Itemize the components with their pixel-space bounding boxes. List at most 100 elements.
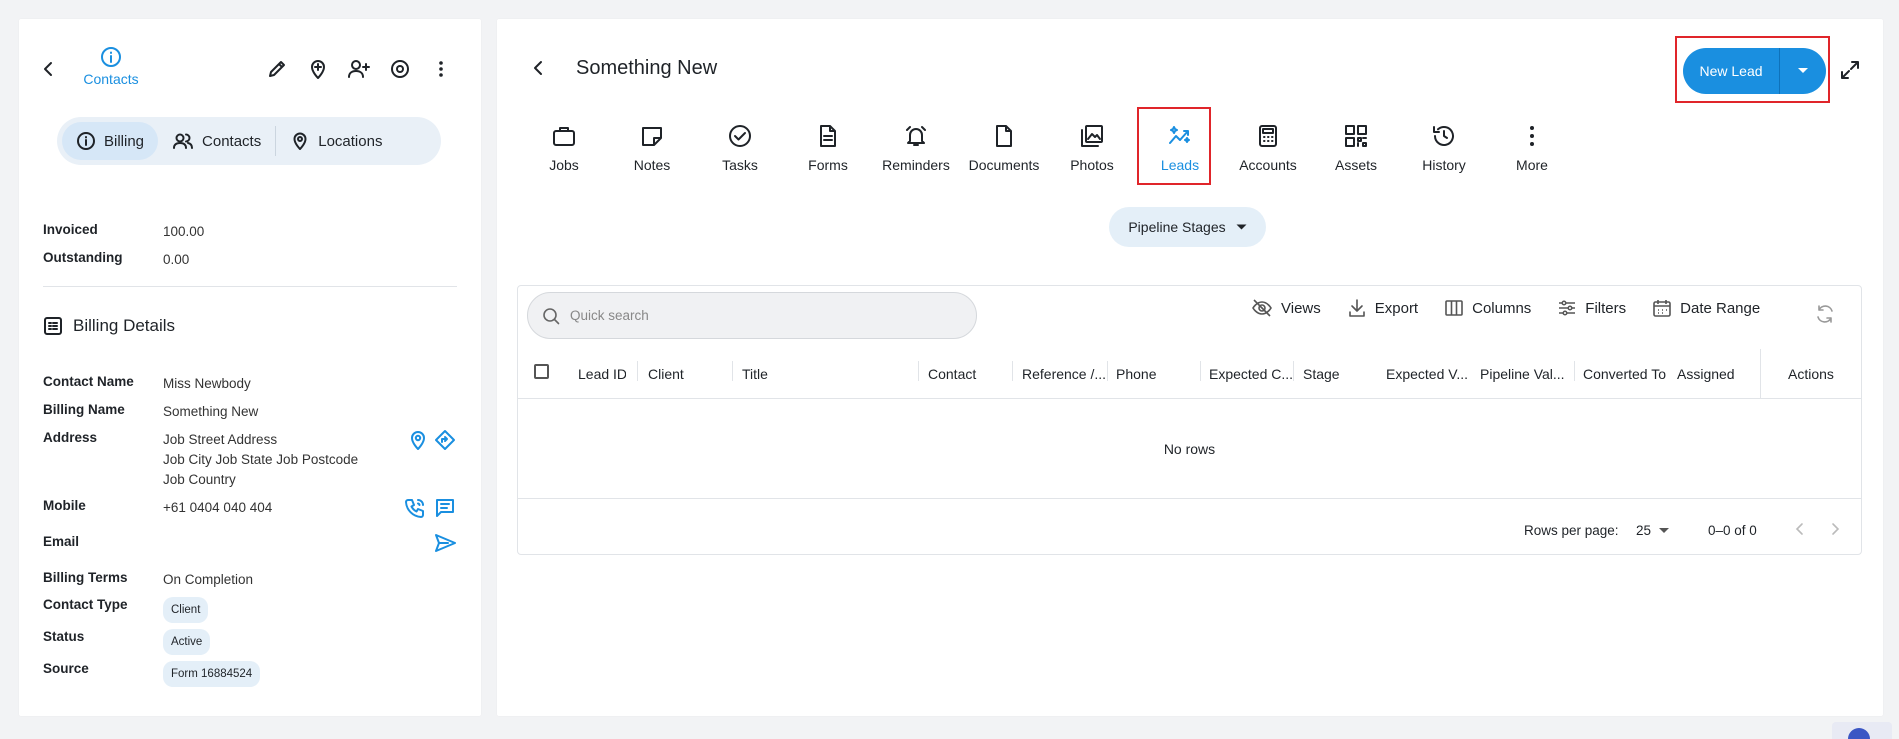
contact-type-chip: Client	[163, 597, 209, 623]
search-input[interactable]: Quick search	[570, 308, 649, 323]
column-header-converted-to[interactable]: Converted To	[1583, 366, 1667, 382]
tab-assets[interactable]: Assets	[1312, 123, 1400, 173]
views-button[interactable]: Views	[1251, 298, 1321, 318]
tab-tasks[interactable]: Tasks	[696, 123, 784, 173]
tab-label: Forms	[808, 157, 848, 173]
divider	[43, 286, 457, 287]
calculator-icon	[1259, 125, 1277, 147]
location-pin-icon	[293, 132, 307, 150]
column-header-assigned[interactable]: Assigned	[1677, 366, 1757, 382]
tab-accounts[interactable]: Accounts	[1224, 123, 1312, 173]
tab-documents[interactable]: Documents	[960, 123, 1048, 173]
status-row: Status Active	[43, 629, 211, 655]
date-range-label: Date Range	[1680, 299, 1761, 317]
grid-toolbar: Views Export Columns Filters Date Range	[1251, 298, 1760, 318]
expand-icon[interactable]	[1839, 59, 1861, 81]
pipeline-stages-dropdown[interactable]: Pipeline Stages	[1109, 207, 1266, 247]
module-tabs: Jobs Notes Tasks Forms Reminders Documen…	[520, 123, 1576, 173]
column-header-stage[interactable]: Stage	[1303, 366, 1373, 382]
more-vertical-icon	[1530, 126, 1534, 146]
sliders-icon	[1559, 300, 1576, 316]
segment-label: Contacts	[202, 132, 262, 150]
pipeline-stages-label: Pipeline Stages	[1128, 219, 1226, 235]
column-header-reference[interactable]: Reference /...	[1022, 366, 1106, 382]
outstanding-row: Outstanding 0.00	[43, 250, 189, 270]
outstanding-value: 0.00	[163, 252, 190, 267]
tab-jobs[interactable]: Jobs	[520, 123, 608, 173]
column-separator	[1760, 349, 1761, 399]
columns-button[interactable]: Columns	[1444, 298, 1531, 318]
column-header-expected-close[interactable]: Expected C...	[1209, 366, 1293, 382]
rows-per-page-select[interactable]: 25	[1636, 523, 1670, 538]
tab-notes[interactable]: Notes	[608, 123, 696, 173]
download-icon	[1348, 299, 1365, 317]
column-header-pipeline-value[interactable]: Pipeline Val...	[1480, 366, 1564, 382]
segment-billing[interactable]: Billing	[62, 122, 159, 160]
calendar-icon	[1653, 300, 1671, 317]
export-label: Export	[1374, 299, 1419, 317]
date-range-button[interactable]: Date Range	[1652, 298, 1760, 318]
edit-pencil-icon[interactable]	[265, 57, 289, 81]
section-switcher: Billing Contacts Locations	[57, 117, 441, 165]
sms-message-icon[interactable]	[434, 497, 456, 519]
billing-name-label: Billing Name	[43, 402, 125, 417]
back-arrow-icon[interactable]	[39, 59, 59, 79]
directions-icon[interactable]	[434, 429, 456, 451]
tab-label: Tasks	[722, 157, 758, 173]
alarm-bell-icon	[906, 126, 926, 146]
back-arrow-icon[interactable]	[529, 58, 549, 78]
rows-per-page-value: 25	[1636, 523, 1652, 538]
filters-button[interactable]: Filters	[1557, 298, 1626, 318]
columns-icon	[1445, 300, 1463, 316]
more-vertical-icon[interactable]	[429, 57, 453, 81]
send-email-icon[interactable]	[434, 532, 456, 554]
quick-search[interactable]: Quick search	[527, 292, 977, 339]
previous-page-icon[interactable]	[1791, 520, 1809, 538]
column-header-lead-id[interactable]: Lead ID	[578, 366, 626, 382]
column-header-contact[interactable]: Contact	[928, 366, 998, 382]
tab-reminders[interactable]: Reminders	[872, 123, 960, 173]
segment-locations[interactable]: Locations	[276, 122, 396, 160]
column-header-title[interactable]: Title	[742, 366, 862, 382]
billing-terms-row: Billing Terms On Completion	[43, 570, 253, 590]
add-location-icon[interactable]	[306, 57, 330, 81]
next-page-icon[interactable]	[1826, 520, 1844, 538]
search-icon	[543, 307, 560, 324]
contacts-link[interactable]: Contacts	[71, 46, 151, 87]
address-row: Address Job Street Address Job City Job …	[43, 430, 358, 490]
billing-name-row: Billing Name Something New	[43, 402, 258, 422]
address-line-3: Job Country	[163, 472, 236, 487]
column-header-actions: Actions	[1788, 366, 1834, 382]
info-icon	[101, 47, 121, 67]
billing-terms-label: Billing Terms	[43, 570, 128, 585]
table-header: Lead ID Client Title Contact Reference /…	[518, 349, 1861, 399]
header-actions	[265, 57, 453, 81]
tab-forms[interactable]: Forms	[784, 123, 872, 173]
segment-contacts[interactable]: Contacts	[158, 122, 275, 160]
address-label: Address	[43, 430, 98, 445]
tab-more[interactable]: More	[1488, 123, 1576, 173]
invoiced-row: Invoiced 100.00	[43, 222, 204, 242]
tab-label: Jobs	[549, 157, 579, 173]
column-header-client[interactable]: Client	[648, 366, 708, 382]
billing-terms-value: On Completion	[163, 572, 254, 587]
phone-call-icon[interactable]	[404, 497, 426, 519]
select-all-checkbox[interactable]	[534, 364, 549, 379]
add-person-icon[interactable]	[347, 57, 371, 81]
tab-history[interactable]: History	[1400, 123, 1488, 173]
column-header-expected-value[interactable]: Expected V...	[1386, 366, 1468, 382]
email-row: Email	[43, 534, 163, 549]
sync-status-icon[interactable]	[388, 57, 412, 81]
column-header-phone[interactable]: Phone	[1116, 366, 1186, 382]
column-separator	[1574, 361, 1575, 381]
tab-photos[interactable]: Photos	[1048, 123, 1136, 173]
source-chip: Form 16884524	[163, 661, 261, 687]
column-separator	[1293, 361, 1294, 381]
refresh-icon[interactable]	[1814, 303, 1836, 325]
map-pin-icon[interactable]	[408, 429, 428, 451]
export-button[interactable]: Export	[1347, 298, 1418, 318]
billing-details-heading: Billing Details	[43, 316, 175, 336]
tab-label: Accounts	[1239, 157, 1297, 173]
highlight-box-new-lead	[1675, 36, 1830, 103]
views-label: Views	[1281, 299, 1321, 317]
